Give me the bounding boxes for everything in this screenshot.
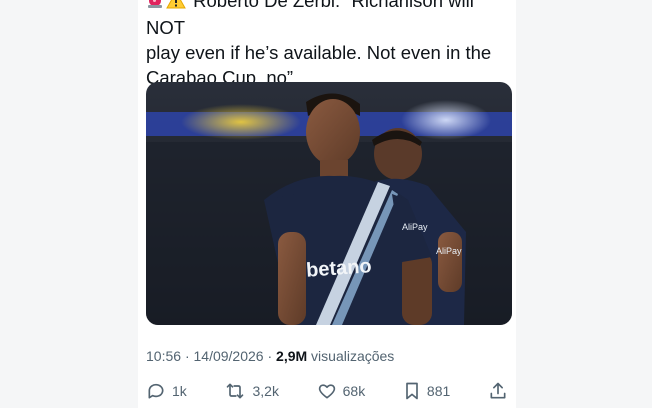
svg-text:AliPay: AliPay [436, 246, 462, 256]
bookmark-count: 881 [426, 383, 451, 399]
share-button[interactable] [488, 381, 508, 401]
tweet-text-line-2: play even if he’s available. Not even in… [146, 41, 492, 63]
tweet-photo[interactable]: AliPay betano AliPay [146, 82, 512, 325]
tweet-text-line-1: Roberto De Zerbi: “Richarlison will NOT [146, 0, 474, 38]
reply-count: 1k [172, 383, 187, 399]
tweet-card: Roberto De Zerbi: “Richarlison will NOT … [138, 0, 516, 408]
like-button[interactable]: 68k [317, 381, 366, 401]
like-count: 68k [342, 383, 366, 399]
siren-icon [146, 0, 164, 15]
bookmark-button[interactable]: 881 [403, 381, 450, 401]
tweet-time[interactable]: 10:56 [146, 348, 181, 364]
retweet-icon [224, 381, 246, 401]
reply-icon [146, 381, 166, 401]
meta-separator: · [184, 348, 190, 364]
views-count: 2,9M [276, 348, 308, 364]
tweet-metadata: 10:56 · 14/09/2026 · 2,9M visualizações [146, 348, 394, 364]
reply-button[interactable]: 1k [146, 381, 187, 401]
retweet-count: 3,2k [252, 383, 279, 399]
sleeve-sponsor-text: AliPay [402, 222, 428, 232]
warning-icon [166, 0, 186, 15]
heart-icon [317, 381, 337, 401]
share-icon [488, 381, 508, 401]
tweet-date[interactable]: 14/09/2026 [194, 348, 264, 364]
tweet-text: Roberto De Zerbi: “Richarlison will NOT … [146, 0, 512, 90]
bookmark-icon [403, 381, 421, 401]
views-label: visualizações [311, 348, 395, 364]
retweet-button[interactable]: 3,2k [224, 381, 279, 401]
tweet-actions: 1k 3,2k 68k 881 [146, 378, 508, 404]
jersey-sponsor-text: betano [305, 255, 372, 282]
meta-separator-2: · [267, 348, 273, 364]
